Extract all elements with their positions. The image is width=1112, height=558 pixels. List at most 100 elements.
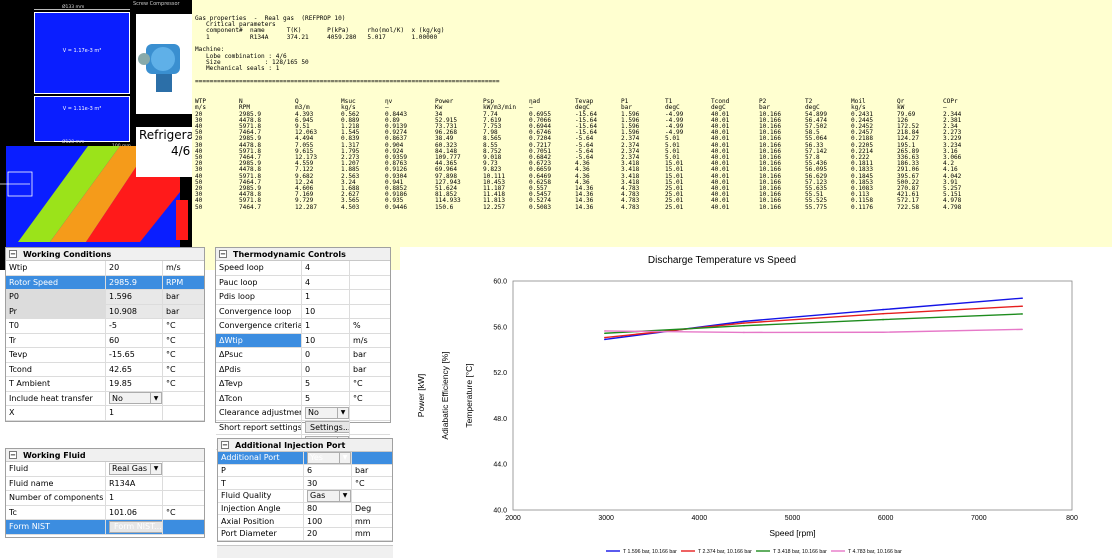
collapse-icon[interactable]: − [9, 250, 17, 258]
report-cell: 50 [195, 203, 203, 211]
working-conditions-row-t-ambient[interactable]: T Ambient 19.85 °C [6, 377, 204, 392]
injection-port-row-port-diameter[interactable]: Port Diameter 20 mm [218, 528, 392, 541]
injection-port-header[interactable]: − Additional Injection Port [218, 439, 392, 452]
property-value-input[interactable]: -15.65 [106, 348, 163, 362]
thermo-controls-row-convergence-loop[interactable]: Convergence loop 10 [216, 304, 390, 319]
thermo-controls-row-tcon[interactable]: ΔTcon 5 °C [216, 391, 390, 406]
working-conditions-row-pr[interactable]: Pr 10.908 bar [6, 304, 204, 319]
property-value-input[interactable]: 1 [302, 319, 350, 333]
injection-port-row-t[interactable]: T 30 °C [218, 477, 392, 491]
property-dropdown[interactable]: Real Gas ▼ [106, 462, 163, 476]
next-panel-header[interactable] [217, 545, 393, 558]
property-value-input[interactable]: 30 [304, 477, 352, 490]
thermo-controls-row-wtip[interactable]: ΔWtip 10 m/s [216, 333, 390, 348]
thermo-controls-row-psuc[interactable]: ΔPsuc 0 bar [216, 348, 390, 363]
property-value-input[interactable]: 10.908 [106, 304, 163, 318]
property-value-input[interactable]: 5 [302, 377, 350, 391]
property-value-input[interactable]: 0 [302, 362, 350, 376]
working-conditions-header[interactable]: − Working Conditions [6, 248, 204, 261]
property-value-input[interactable]: 60 [106, 333, 163, 347]
property-dropdown[interactable]: Gas ▼ [304, 490, 352, 502]
collapse-icon[interactable]: − [221, 441, 229, 449]
thermo-controls-row-clearance-adjustment[interactable]: Clearance adjustment No ▼ [216, 406, 390, 421]
property-value-input[interactable]: 6 [304, 464, 352, 477]
working-fluid-row-fluid-name[interactable]: Fluid name R134A [6, 476, 204, 491]
property-value-input[interactable]: 10 [302, 333, 350, 347]
property-value-input[interactable]: 101.06 [106, 505, 163, 519]
working-conditions-row-tcond[interactable]: Tcond 42.65 °C [6, 362, 204, 377]
working-conditions-row-rotor-speed[interactable]: Rotor Speed 2985.9 RPM [6, 275, 204, 290]
working-fluid-row-fluid[interactable]: Fluid Real Gas ▼ [6, 462, 204, 477]
property-value-input[interactable]: 20 [106, 261, 163, 275]
property-button-cell[interactable]: Settings... [302, 420, 350, 434]
property-value-input[interactable]: 2985.9 [106, 275, 163, 289]
working-conditions-row-p0[interactable]: P0 1.596 bar [6, 290, 204, 305]
property-value-input[interactable]: 5 [302, 391, 350, 405]
collapse-icon[interactable]: − [9, 451, 17, 459]
working-conditions-row-tevp[interactable]: Tevp -15.65 °C [6, 348, 204, 363]
series-2-point [743, 322, 745, 324]
injection-port-row-p[interactable]: P 6 bar [218, 464, 392, 478]
dropdown-control[interactable]: No ▼ [109, 392, 162, 405]
dropdown-control[interactable]: Real Gas ▼ [109, 462, 162, 475]
thermo-controls-row-pdis[interactable]: ΔPdis 0 bar [216, 362, 390, 377]
working-conditions-row-t0[interactable]: T0 -5 °C [6, 319, 204, 334]
x-tick-label: 5000 [785, 515, 801, 522]
injection-port-row-axial-position[interactable]: Axial Position 100 mm [218, 515, 392, 529]
working-conditions-row-tr[interactable]: Tr 60 °C [6, 333, 204, 348]
dropdown-control[interactable]: Gas ▼ [307, 490, 351, 502]
working-conditions-row-wtip[interactable]: Wtip 20 m/s [6, 261, 204, 276]
chevron-down-icon[interactable]: ▼ [339, 490, 350, 501]
collapse-icon[interactable]: − [219, 250, 227, 258]
chevron-down-icon[interactable]: ▼ [150, 463, 161, 474]
working-fluid-row-tc[interactable]: Tc 101.06 °C [6, 505, 204, 520]
property-value-input[interactable]: 4 [302, 275, 350, 289]
thermo-controls-row-speed-loop[interactable]: Speed loop 4 [216, 261, 390, 276]
property-dropdown[interactable]: No ▼ [302, 406, 350, 420]
injection-port-row-injection-angle[interactable]: Injection Angle 80 Deg [218, 502, 392, 516]
property-value-input[interactable]: 100 [304, 515, 352, 528]
property-value-input[interactable]: 4 [302, 261, 350, 275]
property-value-input[interactable]: 1 [106, 491, 163, 505]
chevron-down-icon[interactable]: ▼ [339, 452, 350, 463]
property-value-input[interactable]: 42.65 [106, 362, 163, 376]
property-button-cell[interactable]: Form NIST... [106, 520, 163, 534]
dropdown-control[interactable]: No ▼ [305, 406, 349, 419]
working-fluid-header[interactable]: − Working Fluid [6, 449, 204, 462]
thermo-controls-row-short-report-settings[interactable]: Short report settings Settings... [216, 420, 390, 435]
property-value-input[interactable]: 20 [304, 528, 352, 540]
property-value-input[interactable]: 0 [302, 348, 350, 362]
injection-port-row-additional-port[interactable]: Additional Port Yes ▼ [218, 452, 392, 465]
property-value-input[interactable]: 80 [304, 502, 352, 515]
property-button[interactable]: Settings... [305, 421, 349, 434]
property-dropdown[interactable]: Yes ▼ [304, 452, 352, 464]
thermo-controls-row-pdis-loop[interactable]: Pdis loop 1 [216, 290, 390, 305]
property-value-input[interactable]: 19.85 [106, 377, 163, 391]
injection-port-row-fluid-quality[interactable]: Fluid Quality Gas ▼ [218, 490, 392, 503]
working-fluid-row-form-nist[interactable]: Form NIST Form NIST... [6, 520, 204, 535]
working-fluid-row-number-of-components[interactable]: Number of components 1 [6, 491, 204, 506]
rotor-model-view[interactable]: Screw Compressor Ø133 mm V = 1.17e-3 m³ … [0, 0, 192, 270]
thermo-controls-row-tevp[interactable]: ΔTevp 5 °C [216, 377, 390, 392]
dropdown-control[interactable]: Yes ▼ [307, 452, 351, 464]
chevron-down-icon[interactable]: ▼ [337, 407, 348, 418]
thermodynamic-controls-header[interactable]: − Thermodynamic Controls [216, 248, 390, 261]
property-value-input[interactable]: R134A [106, 476, 163, 490]
thermo-controls-row-convergence-criteria[interactable]: Convergence criteria 1% [216, 319, 390, 334]
property-value-input[interactable]: 1 [302, 290, 350, 304]
report-row: 50 7464.7 12.287 4.503 0.9446 150.6 12.257 0.50… [195, 203, 983, 211]
chevron-down-icon[interactable]: ▼ [150, 393, 161, 404]
property-button[interactable]: Form NIST... [109, 520, 162, 533]
property-value-input[interactable]: -5 [106, 319, 163, 333]
y-tick-label: 56.0 [493, 324, 507, 331]
property-dropdown[interactable]: No ▼ [106, 391, 163, 405]
x-axis-label: Speed [rpm] [769, 528, 815, 538]
property-value-input[interactable]: 1.596 [106, 290, 163, 304]
thermo-controls-row-pauc-loop[interactable]: Pauc loop 4 [216, 275, 390, 290]
property-value-input[interactable]: 1 [106, 406, 163, 420]
working-conditions-row-include-heat-transfer[interactable]: Include heat transfer No ▼ [6, 391, 204, 406]
working-conditions-row-x[interactable]: X1 [6, 406, 204, 421]
results-report[interactable]: Gas properties - Real gas (REFPROP 10) C… [192, 0, 1112, 270]
y-axis-label: Adiabatic Efficiency [%] [440, 351, 450, 439]
property-value-input[interactable]: 10 [302, 304, 350, 318]
